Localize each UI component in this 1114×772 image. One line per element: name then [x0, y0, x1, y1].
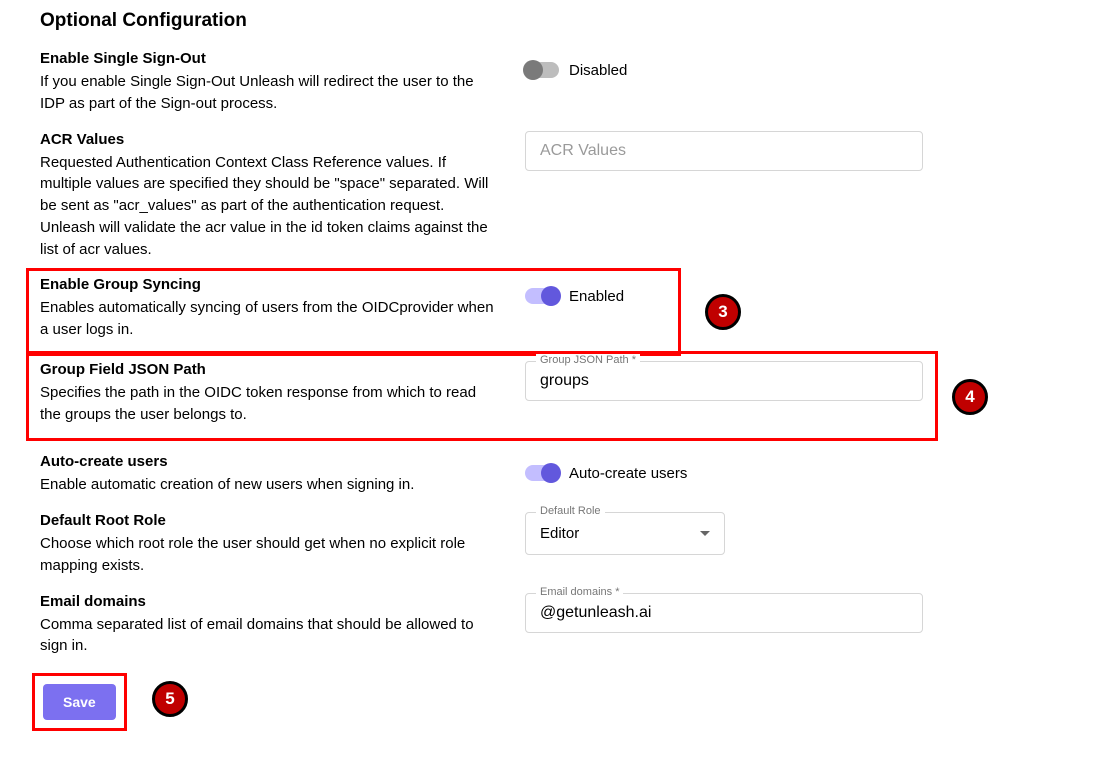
group-sync-toggle-label: Enabled [569, 288, 624, 305]
acr-label: ACR Values [40, 131, 495, 148]
group-path-input-wrap[interactable]: Group JSON Path * [525, 361, 923, 401]
default-role-float-label: Default Role [536, 505, 605, 517]
sso-label: Enable Single Sign-Out [40, 50, 495, 67]
sso-desc: If you enable Single Sign-Out Unleash wi… [40, 71, 495, 115]
row-autocreate: Auto-create users Enable automatic creat… [40, 453, 1074, 496]
row-group-syncing: Enable Group Syncing Enables automatical… [40, 276, 1074, 341]
autocreate-toggle-label: Auto-create users [569, 465, 687, 482]
group-sync-toggle[interactable] [525, 288, 559, 304]
group-sync-label: Enable Group Syncing [40, 276, 495, 293]
highlight-box-5: Save [32, 673, 127, 731]
email-domains-input-wrap[interactable]: Email domains * [525, 593, 923, 633]
group-path-input[interactable] [540, 372, 908, 390]
row-email-domains: Email domains Comma separated list of em… [40, 593, 1074, 658]
email-domains-float-label: Email domains * [536, 586, 623, 598]
autocreate-label: Auto-create users [40, 453, 495, 470]
row-default-role: Default Root Role Choose which root role… [40, 512, 1074, 577]
autocreate-desc: Enable automatic creation of new users w… [40, 474, 495, 496]
email-domains-desc: Comma separated list of email domains th… [40, 614, 495, 658]
acr-input-wrap[interactable] [525, 131, 923, 171]
group-path-label: Group Field JSON Path [40, 361, 495, 378]
group-sync-desc: Enables automatically syncing of users f… [40, 297, 495, 341]
chevron-down-icon [700, 531, 710, 536]
sso-toggle[interactable] [525, 62, 559, 78]
default-role-label: Default Root Role [40, 512, 495, 529]
autocreate-toggle[interactable] [525, 465, 559, 481]
default-role-desc: Choose which root role the user should g… [40, 533, 495, 577]
row-group-json-path: Group Field JSON Path Specifies the path… [40, 361, 1074, 426]
acr-input[interactable] [540, 142, 908, 160]
sso-toggle-label: Disabled [569, 62, 627, 79]
row-acr-values: ACR Values Requested Authentication Cont… [40, 131, 1074, 261]
default-role-select[interactable]: Default Role Editor [525, 512, 725, 555]
section-title: Optional Configuration [40, 10, 1074, 32]
default-role-value: Editor [540, 525, 579, 542]
annotation-5: 5 [152, 681, 188, 717]
acr-desc: Requested Authentication Context Class R… [40, 152, 495, 261]
save-button[interactable]: Save [43, 684, 116, 720]
email-domains-input[interactable] [540, 604, 908, 622]
group-path-desc: Specifies the path in the OIDC token res… [40, 382, 495, 426]
email-domains-label: Email domains [40, 593, 495, 610]
row-single-sign-out: Enable Single Sign-Out If you enable Sin… [40, 50, 1074, 115]
group-path-float-label: Group JSON Path * [536, 354, 640, 366]
